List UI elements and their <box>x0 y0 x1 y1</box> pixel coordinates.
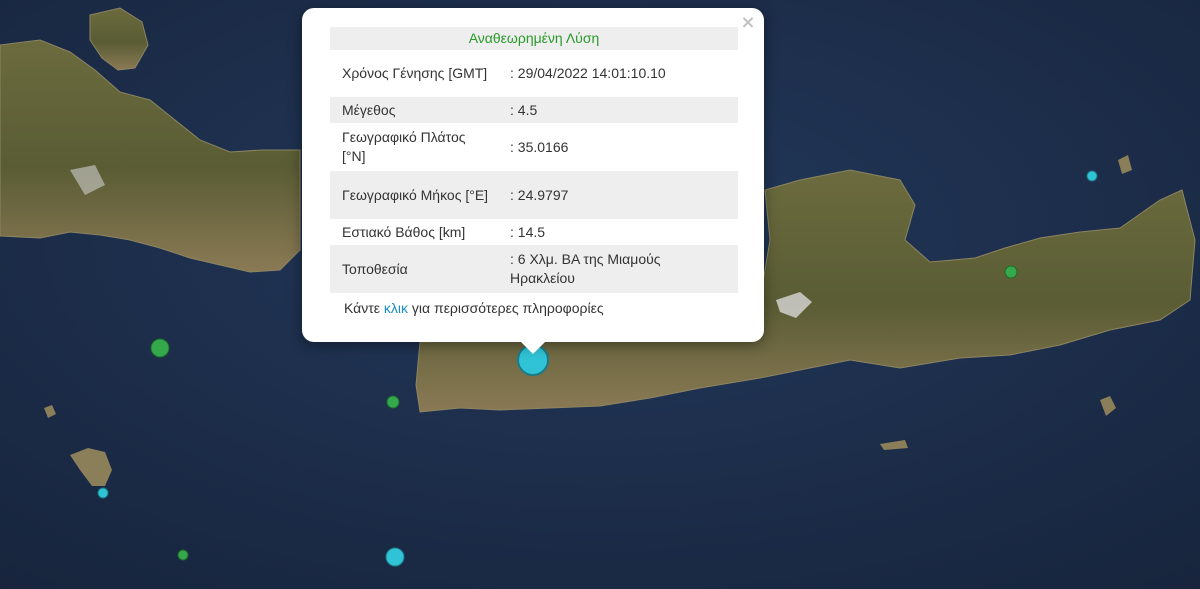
info-label: Μέγεθος <box>330 97 504 123</box>
quake-marker[interactable] <box>177 549 189 561</box>
quake-marker[interactable] <box>1086 170 1098 182</box>
quake-marker[interactable] <box>1004 265 1018 279</box>
info-label: Εστιακό Βάθος [km] <box>342 223 466 240</box>
quake-marker[interactable] <box>150 338 170 358</box>
quake-marker[interactable] <box>386 395 400 409</box>
popup-pointer <box>519 340 547 354</box>
quake-marker[interactable] <box>97 487 109 499</box>
popup-title-row: Αναθεωρημένη Λύση <box>330 27 738 50</box>
info-label: Χρόνος Γένησης [GMT] <box>342 65 488 81</box>
info-row-magnitude: Μέγεθος : 4.5 <box>330 97 738 123</box>
info-value: : 24.9797 <box>504 171 738 219</box>
info-row-latitude: Γεωγραφικό Πλάτος [°N] : 35.0166 <box>330 123 738 171</box>
info-value: : 6 Χλμ. ΒΑ της Μιαμούς Ηρακλείου <box>504 245 738 293</box>
popup-title: Αναθεωρημένη Λύση <box>330 27 738 50</box>
info-value: : 29/04/2022 14:01:10.10 <box>510 65 666 81</box>
info-row-location: Τοποθεσία : 6 Χλμ. ΒΑ της Μιαμούς Ηρακλε… <box>330 245 738 293</box>
quake-info-table: Αναθεωρημένη Λύση Χρόνος Γένησης [GMT] :… <box>330 27 738 293</box>
info-label: Γεωγραφικό Πλάτος [°N] <box>342 129 466 164</box>
info-row-origin-time: Χρόνος Γένησης [GMT] : 29/04/2022 14:01:… <box>330 50 738 97</box>
info-value: : 35.0166 <box>510 138 569 155</box>
more-info-link[interactable]: κλικ <box>384 300 408 316</box>
info-value: : 14.5 <box>510 223 546 240</box>
info-row-longitude: Γεωγραφικό Μήκος [°E] : 24.9797 <box>330 171 738 219</box>
more-info-line: Κάντε κλικ για περισσότερες πληροφορίες <box>344 300 604 316</box>
info-label: Γεωγραφικό Μήκος [°E] <box>330 171 504 219</box>
info-label: Τοποθεσία <box>330 245 504 293</box>
quake-marker[interactable] <box>385 547 405 567</box>
quake-info-popup: × Αναθεωρημένη Λύση Χρόνος Γένησης [GMT]… <box>302 8 764 342</box>
close-icon[interactable]: × <box>740 14 756 32</box>
info-value: : 4.5 <box>504 97 738 123</box>
more-info-prefix: Κάντε <box>344 300 384 316</box>
more-info-suffix: για περισσότερες πληροφορίες <box>408 300 604 316</box>
info-row-depth: Εστιακό Βάθος [km] : 14.5 <box>330 219 738 245</box>
